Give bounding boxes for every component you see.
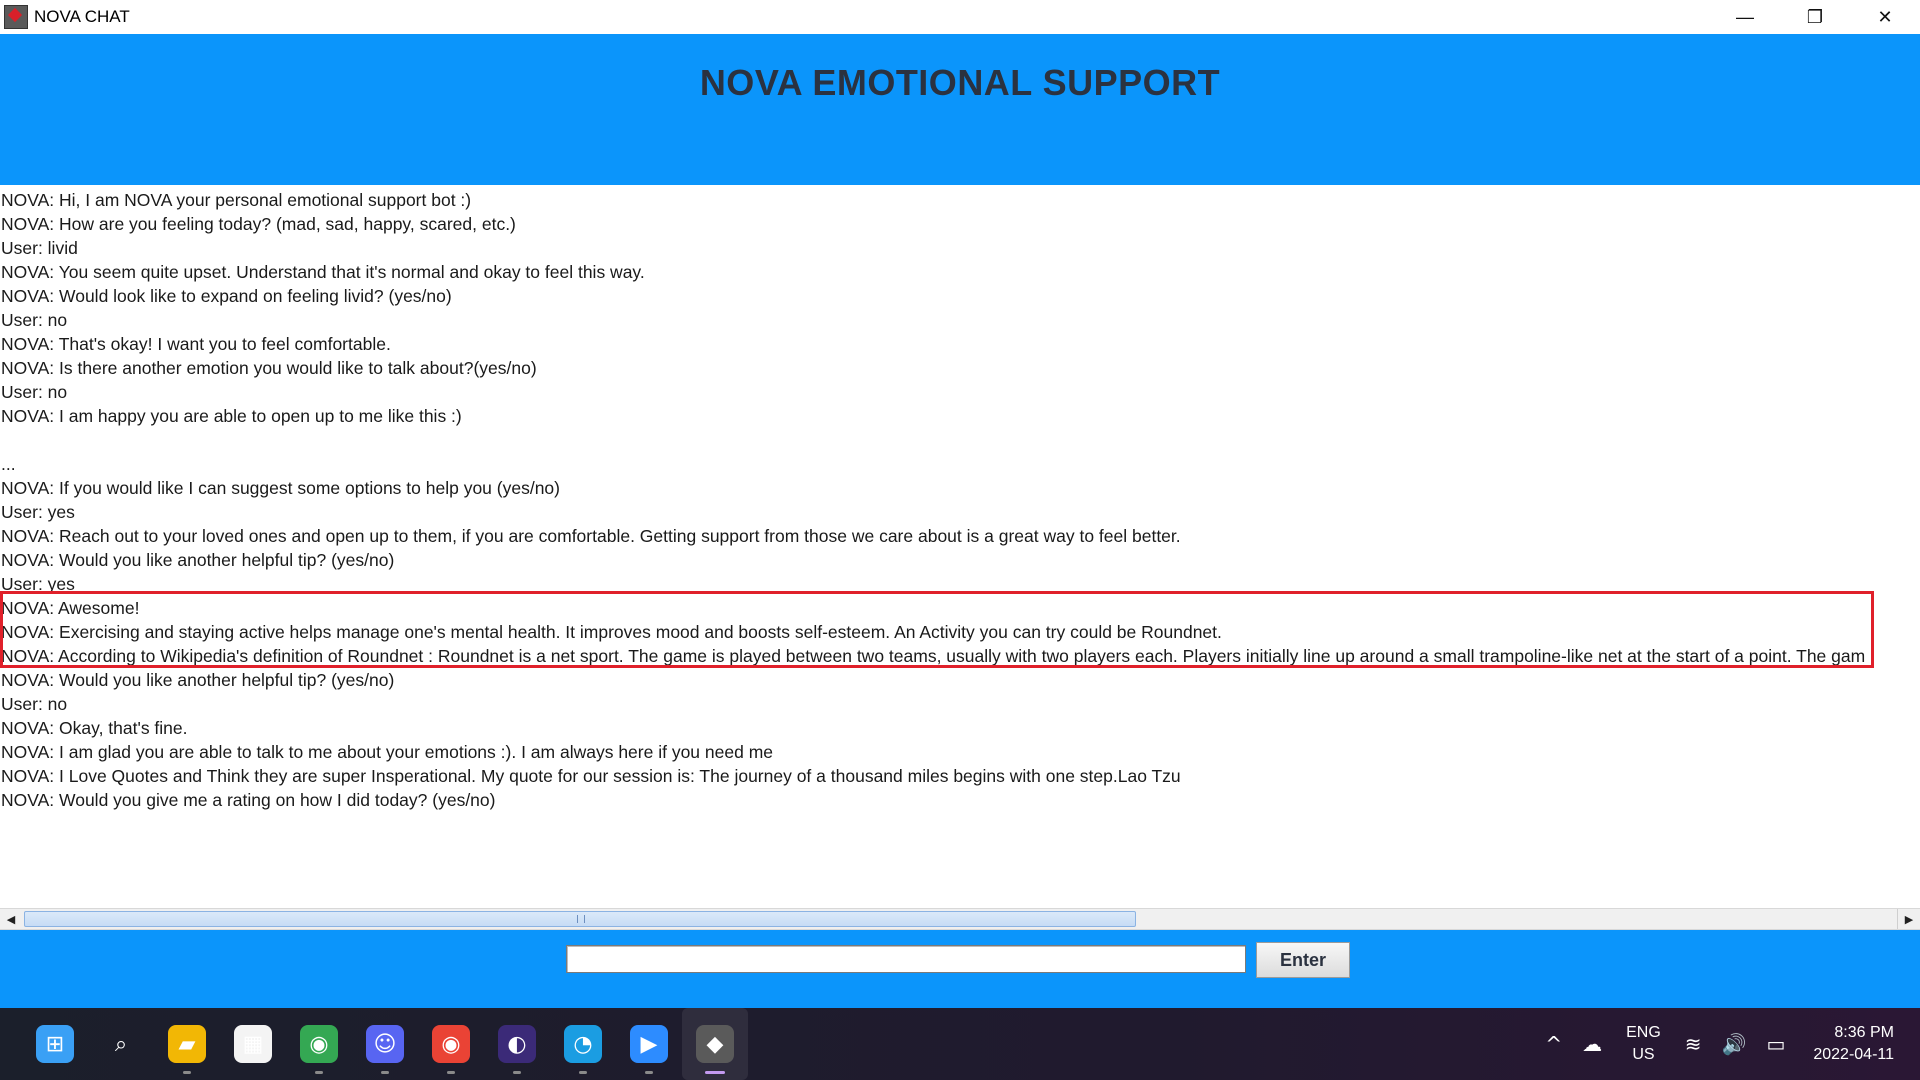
input-bar: Enter bbox=[0, 930, 1920, 1008]
edge-icon: ◔ bbox=[564, 1025, 602, 1063]
onedrive-cloud-icon[interactable]: ☁ bbox=[1582, 1032, 1602, 1056]
taskbar-item-eclipse[interactable]: ◐ bbox=[484, 1008, 550, 1080]
running-indicator bbox=[705, 1071, 725, 1074]
taskbar-item-chrome[interactable]: ◉ bbox=[286, 1008, 352, 1080]
java-app-icon bbox=[4, 5, 28, 29]
taskbar-item-chrome-profile[interactable]: ◉ bbox=[418, 1008, 484, 1080]
wifi-icon[interactable]: ≋ bbox=[1685, 1032, 1702, 1056]
chat-message: NOVA: Hi, I am NOVA your personal emotio… bbox=[1, 190, 472, 210]
taskbar-item-java-app[interactable]: ◆ bbox=[682, 1008, 748, 1080]
title-bar: NOVA CHAT — ❐ ✕ bbox=[0, 0, 1920, 34]
discord-icon: ☺ bbox=[366, 1025, 404, 1063]
enter-button[interactable]: Enter bbox=[1256, 942, 1350, 978]
taskbar-item-start[interactable]: ⊞ bbox=[22, 1008, 88, 1080]
running-indicator bbox=[381, 1071, 389, 1074]
clock-date: 2022-04-11 bbox=[1813, 1046, 1894, 1063]
restore-button[interactable]: ❐ bbox=[1780, 0, 1850, 34]
chat-message: NOVA: According to Wikipedia's definitio… bbox=[1, 646, 1866, 666]
clock-time: 8:36 PM bbox=[1834, 1024, 1894, 1041]
system-tray: ^ ☁ ENG US ≋ 🔊 ▭ 8:36 PM 2022-04-11 bbox=[1535, 1008, 1920, 1080]
chat-message: NOVA: How are you feeling today? (mad, s… bbox=[1, 214, 516, 234]
chat-message: NOVA: You seem quite upset. Understand t… bbox=[1, 262, 645, 282]
scrollbar-grip-icon bbox=[577, 915, 585, 923]
scrollbar-thumb[interactable] bbox=[24, 911, 1136, 927]
chat-message: NOVA: I am glad you are able to talk to … bbox=[1, 742, 773, 762]
chrome-profile-icon: ◉ bbox=[432, 1025, 470, 1063]
running-indicator bbox=[579, 1071, 587, 1074]
show-hidden-icons-chevron-icon[interactable]: ^ bbox=[1545, 1032, 1562, 1056]
chat-message: User: no bbox=[1, 382, 68, 402]
taskbar-apps: ⊞ ⌕ ▰ ▦ ◉ ☺ ◉ ◐ ◔ ▶ ◆ bbox=[22, 1008, 748, 1080]
chat-log[interactable]: NOVA: Hi, I am NOVA your personal emotio… bbox=[0, 185, 1920, 908]
chat-message: NOVA: That's okay! I want you to feel co… bbox=[1, 334, 391, 354]
message-input[interactable] bbox=[566, 945, 1246, 973]
zoom-icon: ▶ bbox=[630, 1025, 668, 1063]
running-indicator bbox=[315, 1071, 323, 1074]
chrome-icon: ◉ bbox=[300, 1025, 338, 1063]
language-indicator[interactable]: ENG US bbox=[1626, 1022, 1661, 1066]
taskbar-item-edge[interactable]: ◔ bbox=[550, 1008, 616, 1080]
chat-message: NOVA: I Love Quotes and Think they are s… bbox=[1, 766, 1181, 786]
chat-message: User: yes bbox=[1, 574, 75, 594]
scroll-left-arrow-icon[interactable]: ◀ bbox=[0, 909, 22, 929]
java-app-icon: ◆ bbox=[696, 1025, 734, 1063]
taskbar-item-search[interactable]: ⌕ bbox=[88, 1008, 154, 1080]
running-indicator bbox=[183, 1071, 191, 1074]
taskbar-item-microsoft-store[interactable]: ▦ bbox=[220, 1008, 286, 1080]
running-indicator bbox=[513, 1071, 521, 1074]
battery-icon[interactable]: ▭ bbox=[1766, 1032, 1785, 1056]
chat-message: NOVA: Awesome! bbox=[1, 598, 140, 618]
chat-message: ... bbox=[1, 454, 16, 474]
chat-message: NOVA: Is there another emotion you would… bbox=[1, 358, 537, 378]
chat-message: User: no bbox=[1, 310, 68, 330]
page-title: NOVA EMOTIONAL SUPPORT bbox=[699, 62, 1221, 103]
close-button[interactable]: ✕ bbox=[1850, 0, 1920, 34]
running-indicator bbox=[645, 1071, 653, 1074]
chat-message: NOVA: Would you give me a rating on how … bbox=[1, 790, 496, 810]
chat-message: NOVA: Would you like another helpful tip… bbox=[1, 550, 395, 570]
chat-message bbox=[1, 428, 1865, 452]
window-title: NOVA CHAT bbox=[34, 7, 130, 26]
horizontal-scrollbar[interactable]: ◀ ▶ bbox=[0, 908, 1920, 930]
volume-icon[interactable]: 🔊 bbox=[1722, 1032, 1747, 1056]
header-banner: NOVA EMOTIONAL SUPPORT bbox=[0, 34, 1920, 185]
microsoft-store-icon: ▦ bbox=[234, 1025, 272, 1063]
taskbar-item-file-explorer[interactable]: ▰ bbox=[154, 1008, 220, 1080]
file-explorer-icon: ▰ bbox=[168, 1025, 206, 1063]
chat-message: NOVA: Would look like to expand on feeli… bbox=[1, 286, 452, 306]
region-code: US bbox=[1632, 1046, 1655, 1063]
language-code: ENG bbox=[1626, 1024, 1661, 1041]
chat-message: NOVA: I am happy you are able to open up… bbox=[1, 406, 462, 426]
chat-message: NOVA: Reach out to your loved ones and o… bbox=[1, 526, 1181, 546]
chat-message: User: no bbox=[1, 694, 68, 714]
chat-message: NOVA: If you would like I can suggest so… bbox=[1, 478, 560, 498]
minimize-button[interactable]: — bbox=[1710, 0, 1780, 34]
chat-lines: NOVA: Hi, I am NOVA your personal emotio… bbox=[1, 188, 1865, 812]
chat-message: NOVA: Okay, that's fine. bbox=[1, 718, 188, 738]
window-controls: — ❐ ✕ bbox=[1710, 0, 1920, 34]
chat-message: User: yes bbox=[1, 502, 75, 522]
taskbar-item-zoom[interactable]: ▶ bbox=[616, 1008, 682, 1080]
chat-message: NOVA: Would you like another helpful tip… bbox=[1, 670, 395, 690]
search-icon: ⌕ bbox=[114, 1031, 128, 1057]
clock[interactable]: 8:36 PM 2022-04-11 bbox=[1813, 1022, 1894, 1066]
start-icon: ⊞ bbox=[36, 1025, 74, 1063]
taskbar: ⊞ ⌕ ▰ ▦ ◉ ☺ ◉ ◐ ◔ ▶ ◆ ^ ☁ ENG US ≋ 🔊 ▭ 8:36 PM 202… bbox=[0, 1008, 1920, 1080]
taskbar-item-discord[interactable]: ☺ bbox=[352, 1008, 418, 1080]
chat-message: NOVA: Exercising and staying active help… bbox=[1, 622, 1222, 642]
scroll-right-arrow-icon[interactable]: ▶ bbox=[1897, 909, 1920, 929]
chat-message: User: livid bbox=[1, 238, 78, 258]
eclipse-icon: ◐ bbox=[498, 1025, 536, 1063]
running-indicator bbox=[447, 1071, 455, 1074]
